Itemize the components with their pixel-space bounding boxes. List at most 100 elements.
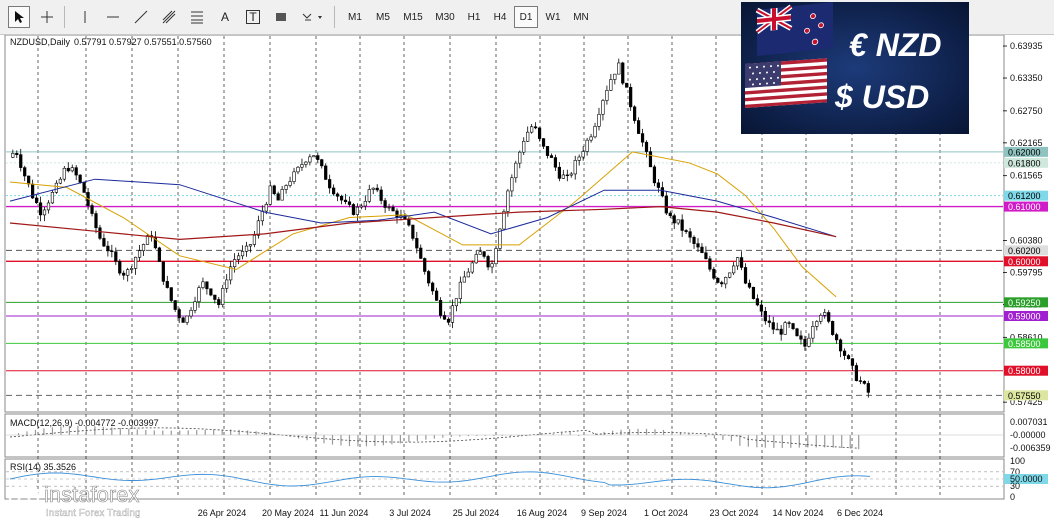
candle-body [248, 244, 253, 247]
candle-body [593, 125, 597, 138]
candle-body [355, 206, 359, 215]
timeframe-m5-button[interactable]: M5 [370, 6, 396, 28]
price-tick-label: 0.60380 [1010, 236, 1043, 246]
horizontal-line-tool-button[interactable] [102, 6, 124, 28]
united-states-flag-icon [745, 58, 827, 108]
candle-body [739, 257, 744, 268]
candle-body [838, 339, 843, 352]
trendline-tool-button[interactable] [130, 6, 152, 28]
candle-body [862, 381, 866, 384]
rsi-tick-label: 0 [1010, 492, 1015, 502]
candle-body [482, 251, 486, 257]
crosshair-tool-button[interactable] [36, 6, 58, 28]
candle-body [569, 173, 573, 176]
candle-body [50, 192, 55, 204]
candle-body [391, 206, 395, 212]
candle-body [680, 219, 684, 231]
candle-body [78, 174, 82, 183]
vertical-line-tool-button[interactable] [74, 6, 96, 28]
candle-body [359, 205, 363, 208]
candle-body [438, 300, 443, 316]
candle-body [716, 277, 720, 283]
candle-body [795, 328, 799, 337]
candle-body [177, 309, 181, 319]
horizontal-line-icon [107, 16, 119, 18]
rectangle-tool-button[interactable] [270, 6, 292, 28]
candle-body [94, 213, 98, 229]
shapes-menu-button[interactable] [298, 6, 328, 28]
fibonacci-tool-button[interactable] [186, 6, 208, 28]
candle-body [561, 174, 565, 179]
timeframe-h4-button[interactable]: H4 [488, 6, 512, 28]
price-tick-label: 0.63350 [1010, 73, 1043, 83]
banner-nzd-text: € NZD [849, 27, 941, 63]
candle-body [15, 153, 19, 155]
candle-body [411, 224, 415, 239]
candle-body [46, 202, 51, 211]
timeframe-mn-button[interactable]: MN [568, 6, 594, 28]
candle-body [724, 276, 728, 285]
level-price-label: 0.62000 [1008, 147, 1041, 157]
candle-body [395, 210, 399, 218]
candle-body [435, 290, 439, 301]
fibonacci-icon [191, 11, 203, 24]
candle-body [58, 178, 62, 184]
candle-body [791, 323, 795, 330]
candle-body [284, 185, 288, 190]
candle-body [316, 155, 320, 160]
date-tick-label: 25 Jul 2024 [453, 508, 500, 518]
candle-body [209, 288, 213, 296]
candle-body [185, 315, 189, 323]
candle-body [264, 204, 268, 212]
text-tool-button[interactable]: A [214, 6, 236, 28]
candle-body [268, 185, 272, 205]
timeframe-m1-button[interactable]: M1 [342, 6, 368, 28]
candle-body [110, 250, 114, 253]
candle-body [751, 286, 756, 299]
rsi-tick-label: 30 [1010, 481, 1020, 491]
rsi-tick-label: 100 [1010, 456, 1025, 466]
candle-body [470, 262, 474, 273]
candle-body [720, 282, 724, 285]
label-tool-button[interactable]: T [242, 6, 264, 28]
candle-body [197, 287, 201, 303]
level-price-label: 0.59000 [1008, 312, 1041, 322]
timeframe-m30-button[interactable]: M30 [430, 6, 460, 28]
candle-body [835, 334, 839, 341]
candle-body [601, 100, 605, 115]
timeframe-h1-button[interactable]: H1 [462, 6, 486, 28]
channel-tool-button[interactable] [158, 6, 180, 28]
timeframe-d1-button[interactable]: D1 [514, 6, 538, 28]
candle-body [664, 195, 668, 214]
candle-body [225, 279, 229, 289]
candle-body [130, 268, 134, 270]
candle-body [648, 151, 653, 168]
candle-body [161, 261, 165, 282]
candle-body [169, 287, 173, 301]
cursor-tool-button[interactable] [8, 6, 30, 28]
timeframe-w1-button[interactable]: W1 [540, 6, 566, 28]
candle-body [787, 322, 791, 324]
candle-body [280, 189, 284, 201]
candle-body [577, 156, 581, 161]
candle-body [134, 256, 138, 269]
candle-body [122, 272, 126, 276]
candle-body [387, 206, 391, 209]
date-tick-label: 16 Aug 2024 [517, 508, 568, 518]
candle-body [704, 252, 708, 260]
candle-body [803, 338, 807, 347]
candle-body [193, 301, 197, 311]
candle-body [189, 310, 193, 317]
channel-icon [162, 10, 176, 24]
candle-body [332, 187, 336, 195]
candle-body [431, 282, 435, 292]
price-tick-label: 0.61565 [1010, 171, 1043, 181]
level-price-label: 0.59250 [1008, 298, 1041, 308]
candle-body [54, 182, 58, 193]
candle-body [827, 312, 831, 322]
level-price-label: 0.61200 [1008, 191, 1041, 201]
instaforex-emblem-icon [8, 482, 40, 514]
price-tick-label: 0.62165 [1010, 138, 1043, 148]
timeframe-m15-button[interactable]: M15 [398, 6, 428, 28]
candle-body [755, 298, 760, 306]
